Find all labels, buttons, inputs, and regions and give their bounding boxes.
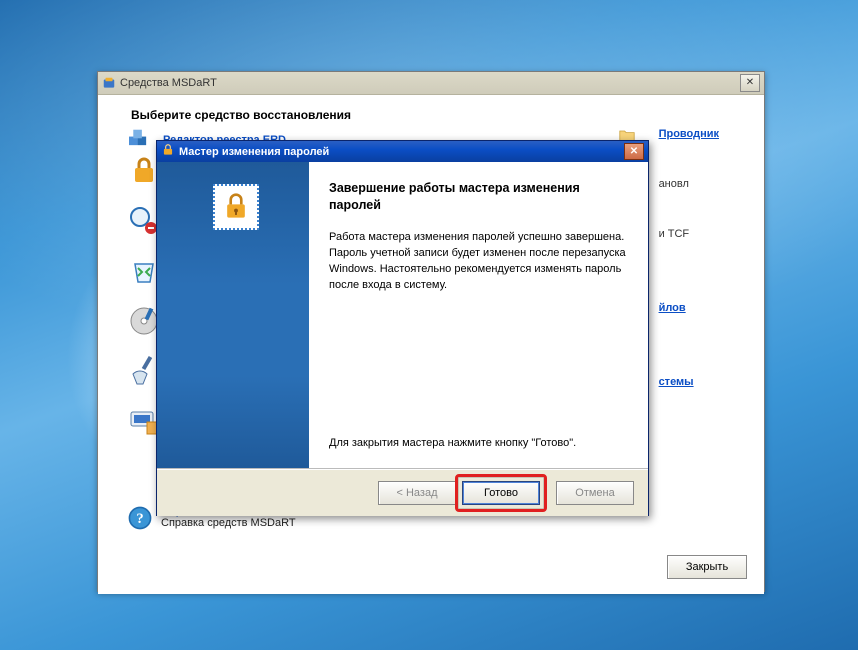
wizard-hint: Для закрытия мастера нажмите кнопку "Гот… [329,436,628,452]
registry-editor-icon [127,128,155,152]
wizard-footer: < Назад Готово Отмена [157,469,648,516]
close-button-parent[interactable]: ✕ [740,74,760,92]
back-button[interactable]: < Назад [378,481,456,505]
wizard-window-title: Мастер изменения паролей [179,146,329,158]
help-desc: Справка средств MSDaRT [161,517,296,529]
titlebar-wizard[interactable]: Мастер изменения паролей ✕ [157,141,648,162]
close-icon[interactable]: ✕ [624,143,644,160]
done-button[interactable]: Готово [462,481,540,505]
lock-icon-small [161,143,175,160]
close-button-app[interactable]: Закрыть [667,555,747,579]
wizard-side-icon [213,184,259,230]
window-title: Средства MSDaRT [120,77,217,89]
wizard-heading: Завершение работы мастера изменения паро… [329,180,628,214]
app-icon [102,76,116,90]
window-password-wizard: Мастер изменения паролей ✕ Завершение ра… [156,140,649,516]
fragment-link-1[interactable]: йлов [659,302,686,314]
explorer-link[interactable]: Проводник [659,128,719,140]
wizard-content: Завершение работы мастера изменения паро… [309,162,648,468]
titlebar-msdart[interactable]: Средства MSDaRT ✕ [98,72,764,95]
cancel-button[interactable]: Отмена [556,481,634,505]
svg-text:?: ? [136,511,143,527]
parent-heading: Выберите средство восстановления [99,96,763,122]
wizard-paragraph: Работа мастера изменения паролей успешно… [329,230,628,294]
fragment-text-1: ановл [659,178,689,190]
help-icon: ? [127,505,153,531]
wizard-side-panel [157,162,309,468]
right-column-fragments: Проводник ановл и TCF йлов стемы [659,128,719,388]
fragment-link-2[interactable]: стемы [659,376,694,388]
desktop-wallpaper: Средства MSDaRT ✕ Выберите средство восс… [0,0,858,650]
fragment-text-2: и TCF [659,228,690,240]
wizard-main: Завершение работы мастера изменения паро… [157,162,648,469]
